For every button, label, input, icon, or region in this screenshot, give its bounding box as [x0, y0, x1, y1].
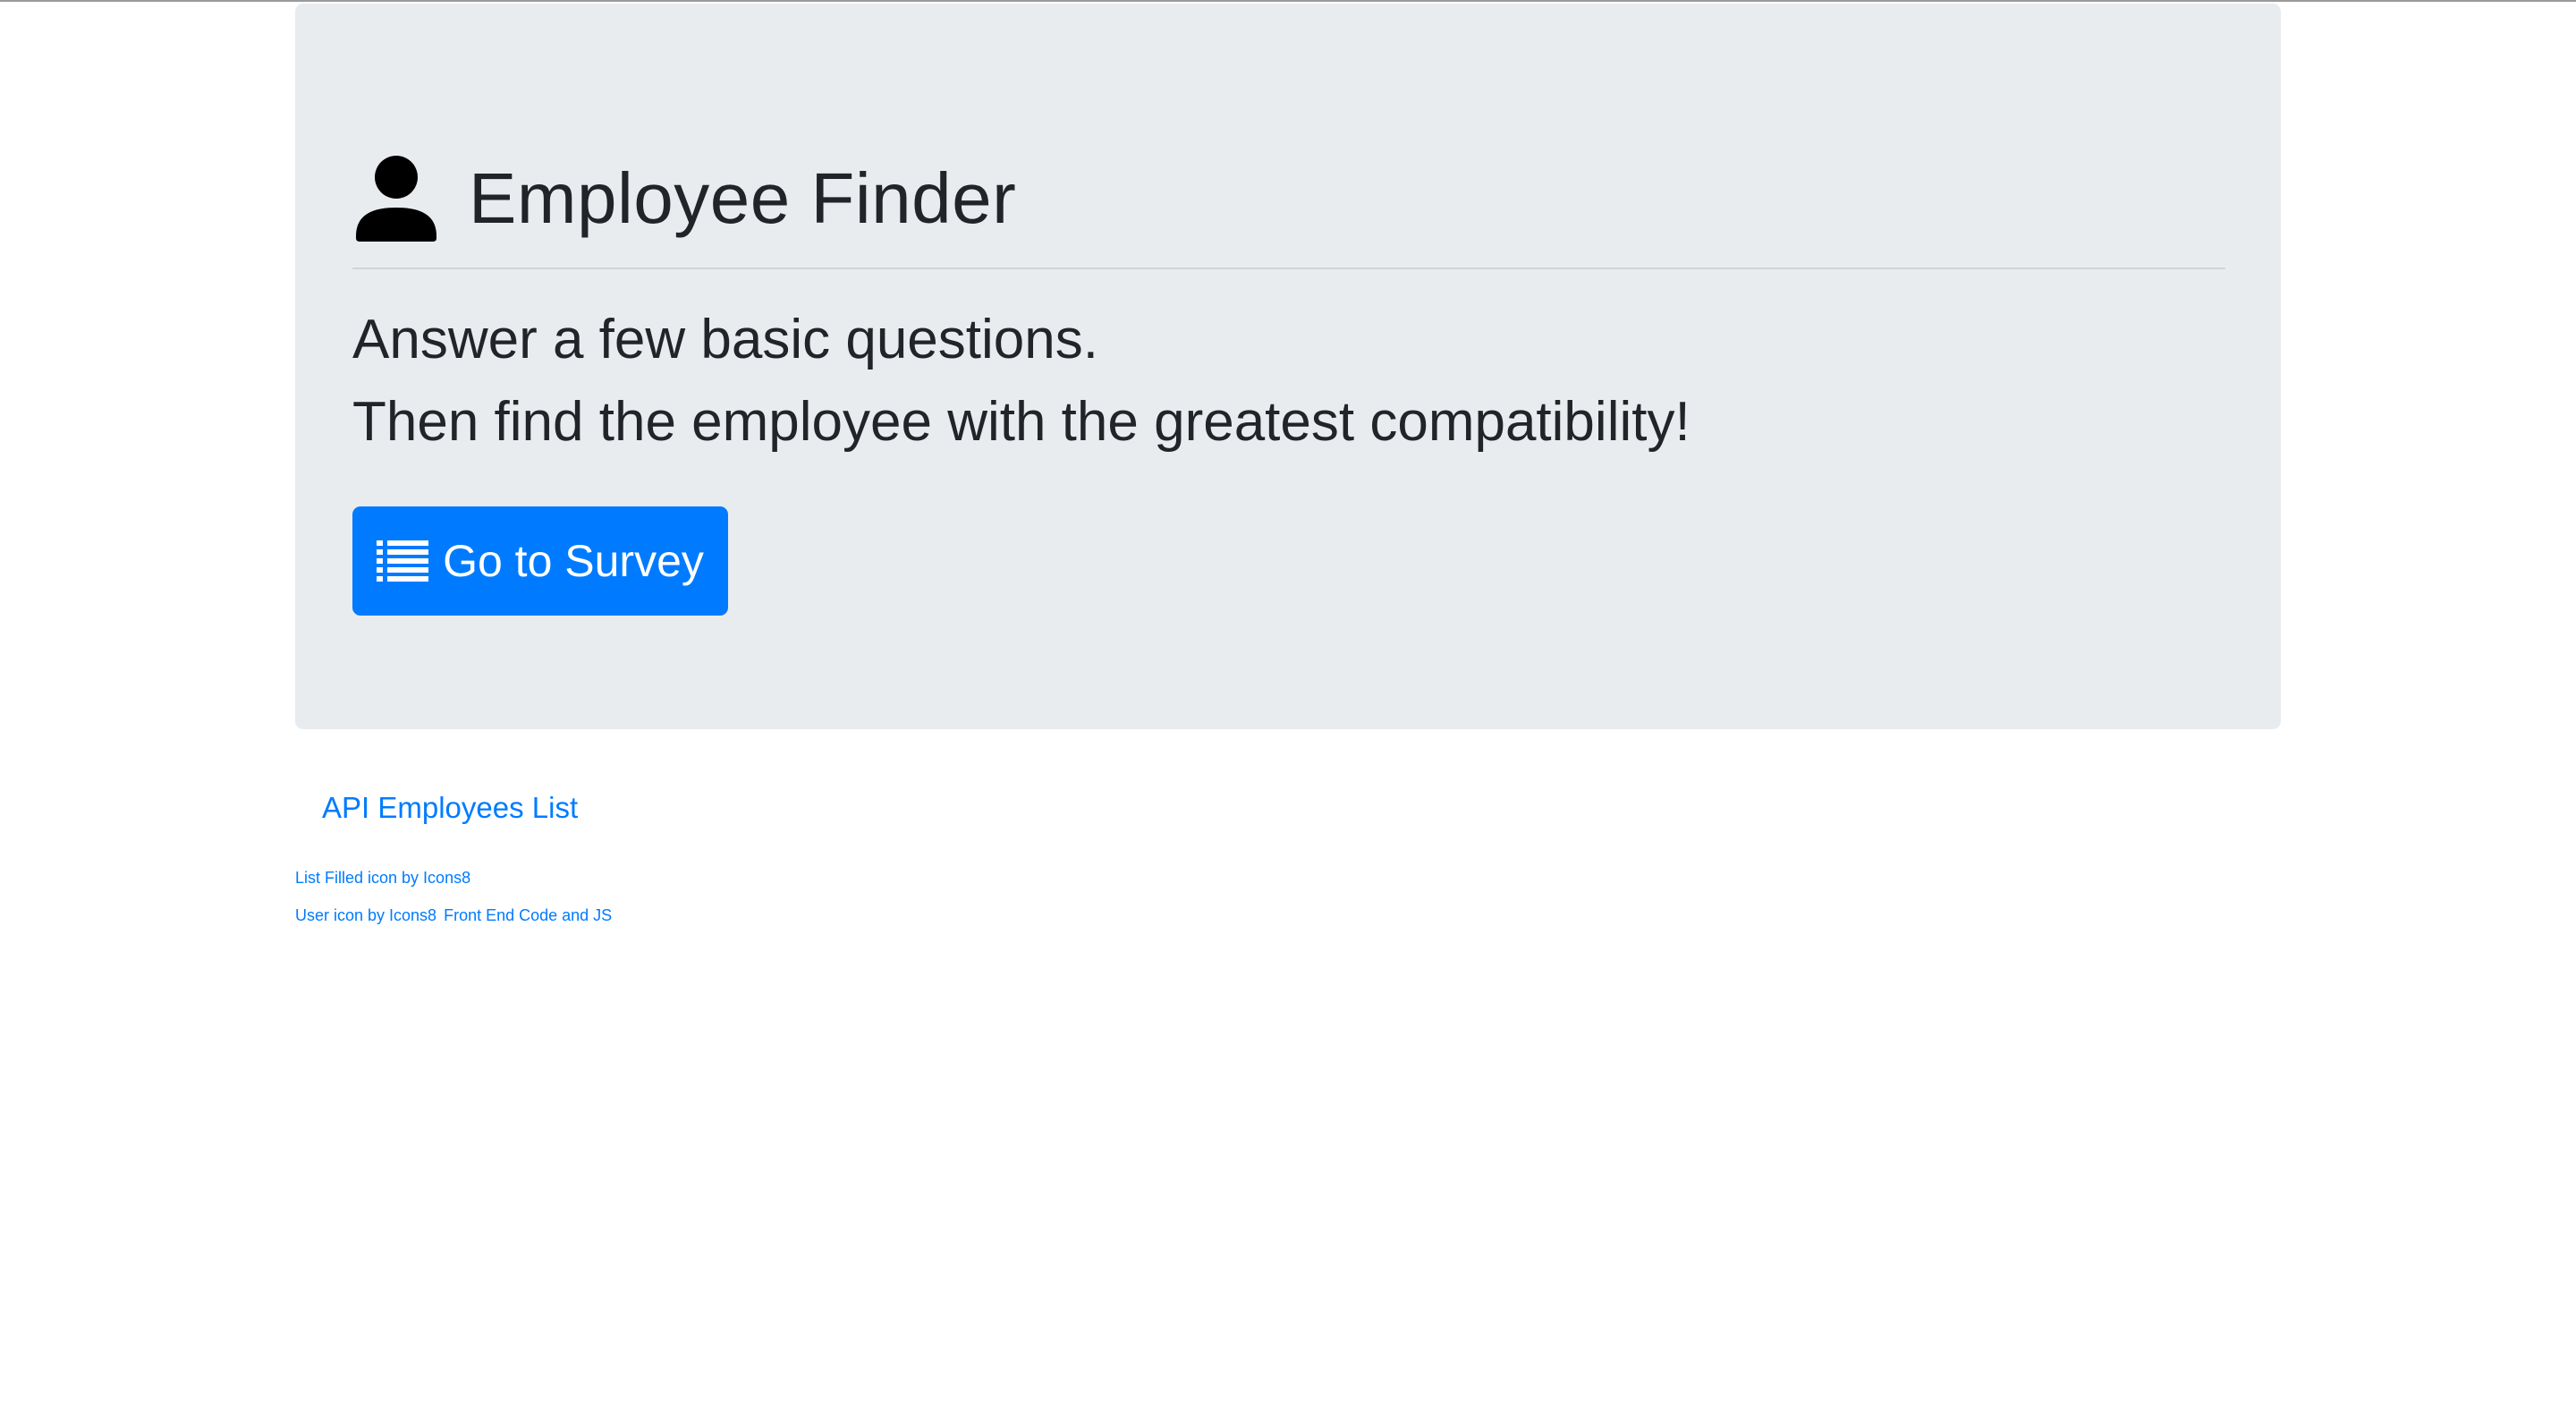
lead-text: Answer a few basic questions. Then find …: [352, 299, 1690, 463]
lead-line-2: Then find the employee with the greatest…: [352, 391, 1690, 453]
page-header: Employee Finder: [356, 152, 1016, 245]
go-to-survey-button[interactable]: Go to Survey: [352, 506, 728, 616]
credit-line-user: User icon by Icons8 Front End Code and JS: [295, 897, 612, 934]
page-title: Employee Finder: [469, 158, 1017, 238]
lead-line-1: Answer a few basic questions.: [352, 309, 1098, 370]
api-employees-list-link[interactable]: API Employees List: [322, 791, 578, 825]
source-code-link[interactable]: Front End Code and JS: [444, 906, 612, 924]
browser-top-rule: [0, 0, 2576, 2]
user-icon-credit-link[interactable]: User icon by Icons8: [295, 906, 436, 924]
jumbotron: Employee Finder Answer a few basic quest…: [295, 4, 2281, 729]
user-icon: [356, 156, 436, 242]
divider: [352, 268, 2225, 269]
list-icon-credit-link[interactable]: List Filled icon by Icons8: [295, 869, 470, 887]
list-icon: [377, 540, 429, 582]
credit-line-list: List Filled icon by Icons8: [295, 859, 612, 897]
icon-credits: List Filled icon by Icons8 User icon by …: [295, 859, 612, 934]
go-to-survey-label: Go to Survey: [443, 536, 704, 586]
